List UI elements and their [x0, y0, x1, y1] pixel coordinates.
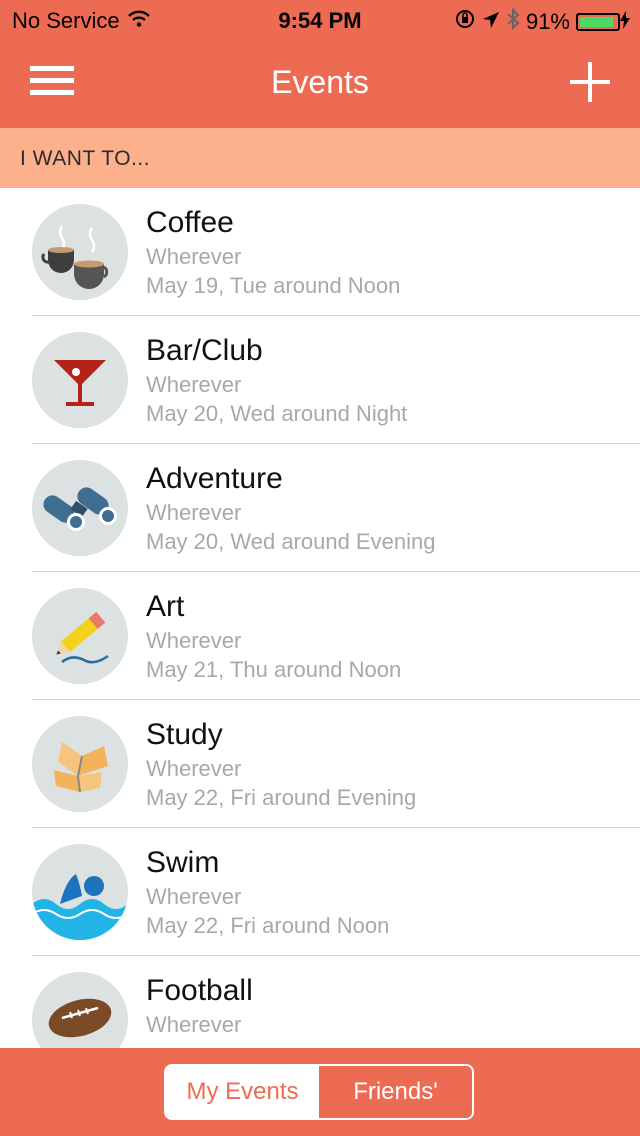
event-row-football[interactable]: Football Wherever: [0, 956, 640, 1048]
event-date: May 21, Thu around Noon: [146, 657, 402, 682]
event-row-coffee[interactable]: Coffee Wherever May 19, Tue around Noon: [0, 188, 640, 316]
page-title: Events: [271, 64, 369, 100]
events-segmented-control: My Events Friends': [164, 1064, 474, 1120]
book-icon: [32, 716, 128, 812]
charging-bolt-icon: [620, 9, 630, 35]
event-date: May 20, Wed around Night: [146, 401, 408, 426]
section-header-label: I WANT TO...: [20, 147, 151, 170]
friends-tab[interactable]: Friends': [319, 1066, 472, 1118]
football-icon: [32, 972, 128, 1048]
event-title: Coffee: [146, 206, 234, 239]
event-list: Coffee Wherever May 19, Tue around Noon …: [0, 188, 640, 1048]
pencil-icon: [32, 588, 128, 684]
section-header: I WANT TO...: [0, 128, 640, 188]
event-location: Wherever: [146, 500, 242, 525]
battery-percent: 91%: [525, 9, 570, 34]
orientation-lock-icon: [454, 8, 476, 36]
event-date: May 22, Fri around Noon: [146, 913, 390, 938]
event-title: Art: [146, 590, 185, 623]
event-location: Wherever: [146, 1012, 242, 1037]
event-location: Wherever: [146, 756, 242, 781]
event-title: Bar/Club: [146, 334, 263, 367]
event-row-bar-club[interactable]: Bar/Club Wherever May 20, Wed around Nig…: [0, 316, 640, 444]
event-date: May 22, Fri around Evening: [146, 785, 417, 810]
add-event-button[interactable]: [570, 62, 610, 102]
bottom-bar: My Events Friends': [0, 1048, 640, 1136]
event-date: May 20, Wed around Evening: [146, 529, 436, 554]
battery-icon: [576, 13, 620, 31]
event-title: Study: [146, 718, 223, 751]
location-arrow-icon: [482, 9, 500, 35]
coffee-icon: [32, 204, 128, 300]
binoculars-icon: [32, 460, 128, 556]
event-row-swim[interactable]: Swim Wherever May 22, Fri around Noon: [0, 828, 640, 956]
status-bar: No Service 9:54 PM 91%: [0, 0, 640, 40]
event-title: Adventure: [146, 462, 283, 495]
event-row-adventure[interactable]: Adventure Wherever May 20, Wed around Ev…: [0, 444, 640, 572]
cocktail-icon: [32, 332, 128, 428]
event-row-study[interactable]: Study Wherever May 22, Fri around Evenin…: [0, 700, 640, 828]
swimmer-icon: [32, 844, 128, 940]
event-date: May 19, Tue around Noon: [146, 273, 401, 298]
header: No Service 9:54 PM 91% Events: [0, 0, 640, 128]
event-title: Swim: [146, 846, 220, 879]
event-location: Wherever: [146, 244, 242, 269]
status-right: 91%: [448, 7, 630, 36]
navigation-bar: Events: [0, 40, 640, 128]
event-location: Wherever: [146, 628, 242, 653]
event-location: Wherever: [146, 372, 242, 397]
event-location: Wherever: [146, 884, 242, 909]
bluetooth-icon: [506, 7, 520, 36]
battery-fill: [580, 17, 613, 27]
event-row-art[interactable]: Art Wherever May 21, Thu around Noon: [0, 572, 640, 700]
event-title: Football: [146, 974, 253, 1007]
my-events-tab[interactable]: My Events: [166, 1066, 319, 1118]
